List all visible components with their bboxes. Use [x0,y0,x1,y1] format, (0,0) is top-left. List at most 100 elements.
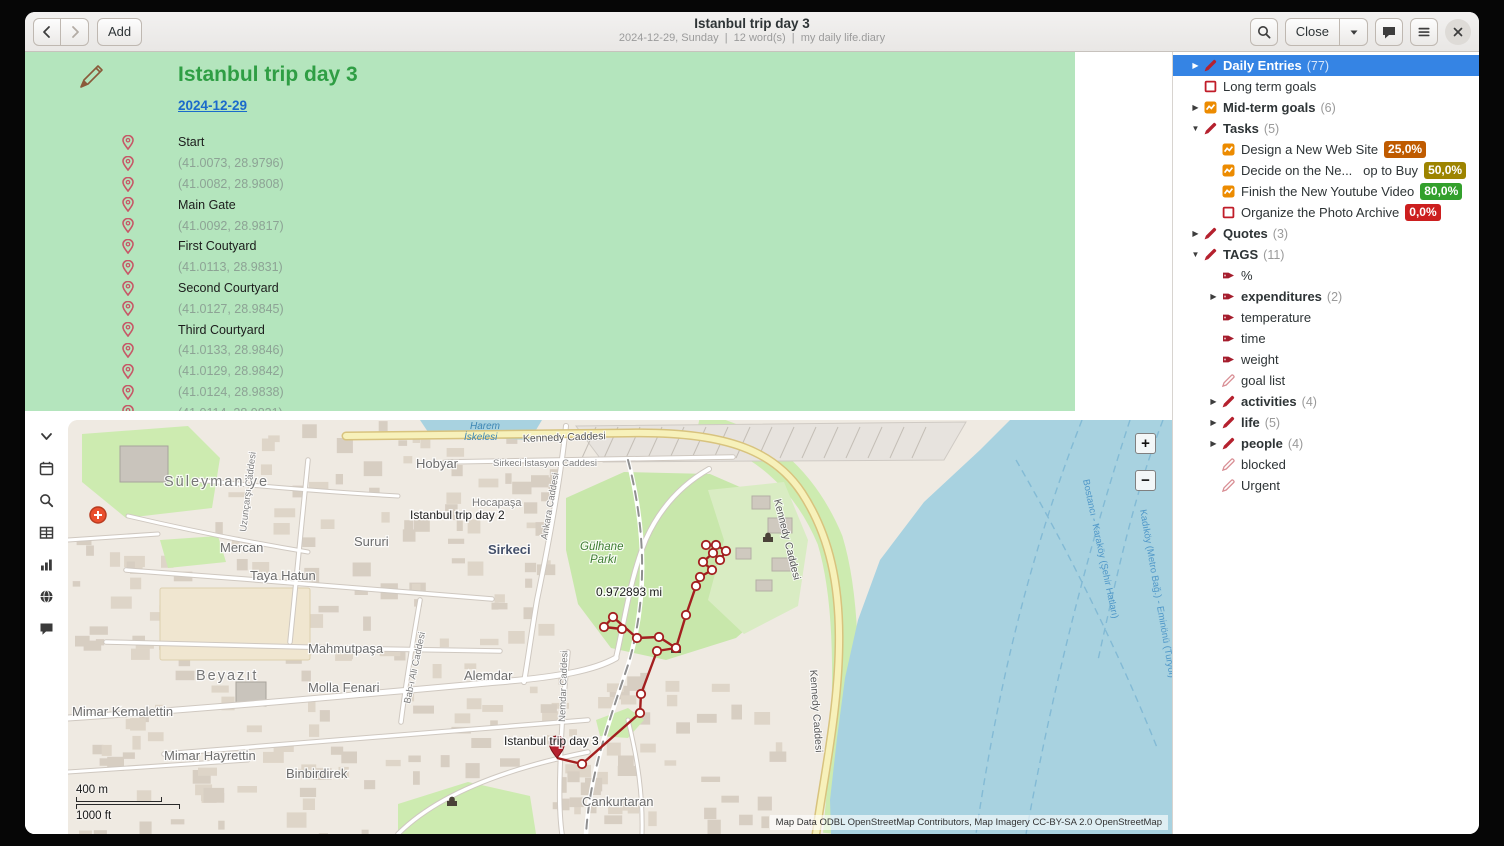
table-icon[interactable] [36,523,58,542]
sidebar-item-finish-the-new-youtube-video[interactable]: Finish the New Youtube Video80,0% [1173,181,1479,202]
sidebar-item-activities[interactable]: ▶activities(4) [1173,391,1479,412]
close-entry-dropdown-button[interactable] [1340,18,1368,46]
editor-body[interactable]: Istanbul trip day 3 2024-12-29 Start(41.… [118,52,1075,411]
entry-line[interactable]: (41.0073, 28.9796) [118,153,1075,174]
route-waypoint[interactable] [702,541,710,549]
zoom-in-button[interactable]: + [1135,433,1156,454]
calendar-icon[interactable] [36,459,58,478]
entry-line[interactable]: Start [118,132,1075,153]
route-waypoint[interactable] [716,556,724,564]
entry-line[interactable]: (41.0092, 28.9817) [118,215,1075,236]
window-title-block: Istanbul trip day 3 2024-12-29, Sunday |… [619,16,885,44]
expander-icon[interactable]: ▶ [1187,61,1204,70]
add-button[interactable]: Add [97,18,142,46]
route-waypoint[interactable] [600,623,608,631]
sidebar-item-quotes[interactable]: ▶Quotes(3) [1173,223,1479,244]
tree-item-label: blocked [1241,457,1286,472]
progress-badge: 80,0% [1420,183,1462,200]
sidebar-item-tasks[interactable]: ▼Tasks(5) [1173,118,1479,139]
comments-button[interactable] [1375,18,1403,46]
sidebar-item-temperature[interactable]: temperature [1173,307,1479,328]
entry-date-link[interactable]: 2024-12-29 [178,97,247,114]
sidebar-item-goal-list[interactable]: goal list [1173,370,1479,391]
search-button[interactable] [1250,18,1278,46]
sidebar-item-daily-entries[interactable]: ▶ Daily Entries (77) [1173,55,1479,76]
editor-panel[interactable]: Istanbul trip day 3 2024-12-29 Start(41.… [25,52,1172,411]
sidebar-item-urgent[interactable]: Urgent [1173,475,1479,496]
route-waypoint[interactable] [636,709,644,717]
map-pin-icon [122,405,134,411]
route-waypoint[interactable] [618,625,626,633]
sidebar-item-mid-term-goals[interactable]: ▶Mid-term goals(6) [1173,97,1479,118]
forward-button[interactable] [61,18,89,46]
sidebar-item-expenditures[interactable]: ▶expenditures(2) [1173,286,1479,307]
sidebar-item-tags[interactable]: ▼TAGS(11) [1173,244,1479,265]
route-waypoint[interactable] [655,633,663,641]
entry-line[interactable]: Main Gate [118,194,1075,215]
entry-line[interactable]: (41.0113, 28.9831) [118,257,1075,278]
route-waypoint[interactable] [699,558,707,566]
map-label: Mimar Hayrettin [164,748,256,763]
sidebar-item-long-term-goals[interactable]: Long term goals [1173,76,1479,97]
entry-line[interactable]: (41.0127, 28.9845) [118,298,1075,319]
chart-icon [1204,101,1219,115]
scale-metric-label: 400 m [76,784,180,796]
close-entry-button[interactable]: Close [1285,18,1340,46]
tree-item-label: life [1241,415,1260,430]
route-waypoint[interactable] [692,582,700,590]
sidebar-item-time[interactable]: time [1173,328,1479,349]
route-waypoint[interactable] [722,547,730,555]
comment-icon[interactable] [36,619,58,638]
expander-icon[interactable]: ▶ [1187,103,1204,112]
entry-line[interactable]: (41.0133, 28.9846) [118,340,1075,361]
route-waypoint[interactable] [653,647,661,655]
sidebar-item-percent[interactable]: % [1173,265,1479,286]
route-waypoint[interactable] [672,644,680,652]
tree-item-label: Daily Entries [1223,58,1302,73]
window-close-button[interactable] [1445,19,1471,45]
globe-icon[interactable] [36,587,58,606]
route-waypoint[interactable] [578,760,586,768]
expander-icon[interactable]: ▼ [1187,124,1204,133]
entry-line[interactable]: Second Courtyard [118,278,1075,299]
route-waypoint[interactable] [609,613,617,621]
sidebar-item-life[interactable]: ▶life(5) [1173,412,1479,433]
expander-icon[interactable]: ▶ [1187,229,1204,238]
route-waypoint[interactable] [637,690,645,698]
entry-line[interactable]: (41.0129, 28.9842) [118,361,1075,382]
search-icon[interactable] [36,491,58,510]
entry-text: (41.0124, 28.9838) [178,385,284,399]
expander-icon[interactable]: ▶ [1205,397,1222,406]
expander-icon[interactable]: ▶ [1205,292,1222,301]
tag-icon [1222,290,1237,304]
entry-line[interactable]: (41.0082, 28.9808) [118,174,1075,195]
entry-text: Main Gate [178,198,236,212]
route-waypoint[interactable] [682,611,690,619]
route-waypoint[interactable] [696,573,704,581]
entry-line[interactable]: (41.0114, 28.9831) [118,402,1075,411]
app-window: Add Istanbul trip day 3 2024-12-29, Sund… [25,12,1479,834]
expander-icon[interactable]: ▶ [1205,418,1222,427]
sidebar-item-design-a-new-web-site[interactable]: Design a New Web Site25,0% [1173,139,1479,160]
chevron-down-icon[interactable] [36,427,58,446]
entry-title[interactable]: Istanbul trip day 3 [178,62,1075,88]
entry-line[interactable]: First Coutyard [118,236,1075,257]
sidebar-item-blocked[interactable]: blocked [1173,454,1479,475]
count-badge: (77) [1307,59,1329,73]
sidebar-item-organize-the-photo-archive[interactable]: Organize the Photo Archive0,0% [1173,202,1479,223]
sidebar-item-people[interactable]: ▶people(4) [1173,433,1479,454]
entry-line[interactable]: (41.0124, 28.9838) [118,382,1075,403]
expander-icon[interactable]: ▼ [1187,250,1204,259]
route-waypoint[interactable] [633,634,641,642]
map-canvas[interactable]: Kennedy CaddesiKennedy CaddesiKennedy Ca… [68,420,1172,834]
entry-line[interactable]: Third Courtyard [118,319,1075,340]
zoom-out-button[interactable]: − [1135,470,1156,491]
expander-icon[interactable]: ▶ [1205,439,1222,448]
route-waypoint[interactable] [708,566,716,574]
sidebar-item-decide-on-the-ne-op-to-buy[interactable]: Decide on the Ne... op to Buy50,0% [1173,160,1479,181]
menu-button[interactable] [1410,18,1438,46]
bar-chart-icon[interactable] [36,555,58,574]
back-button[interactable] [33,18,61,46]
sidebar-item-weight[interactable]: weight [1173,349,1479,370]
route-waypoint[interactable] [712,541,720,549]
